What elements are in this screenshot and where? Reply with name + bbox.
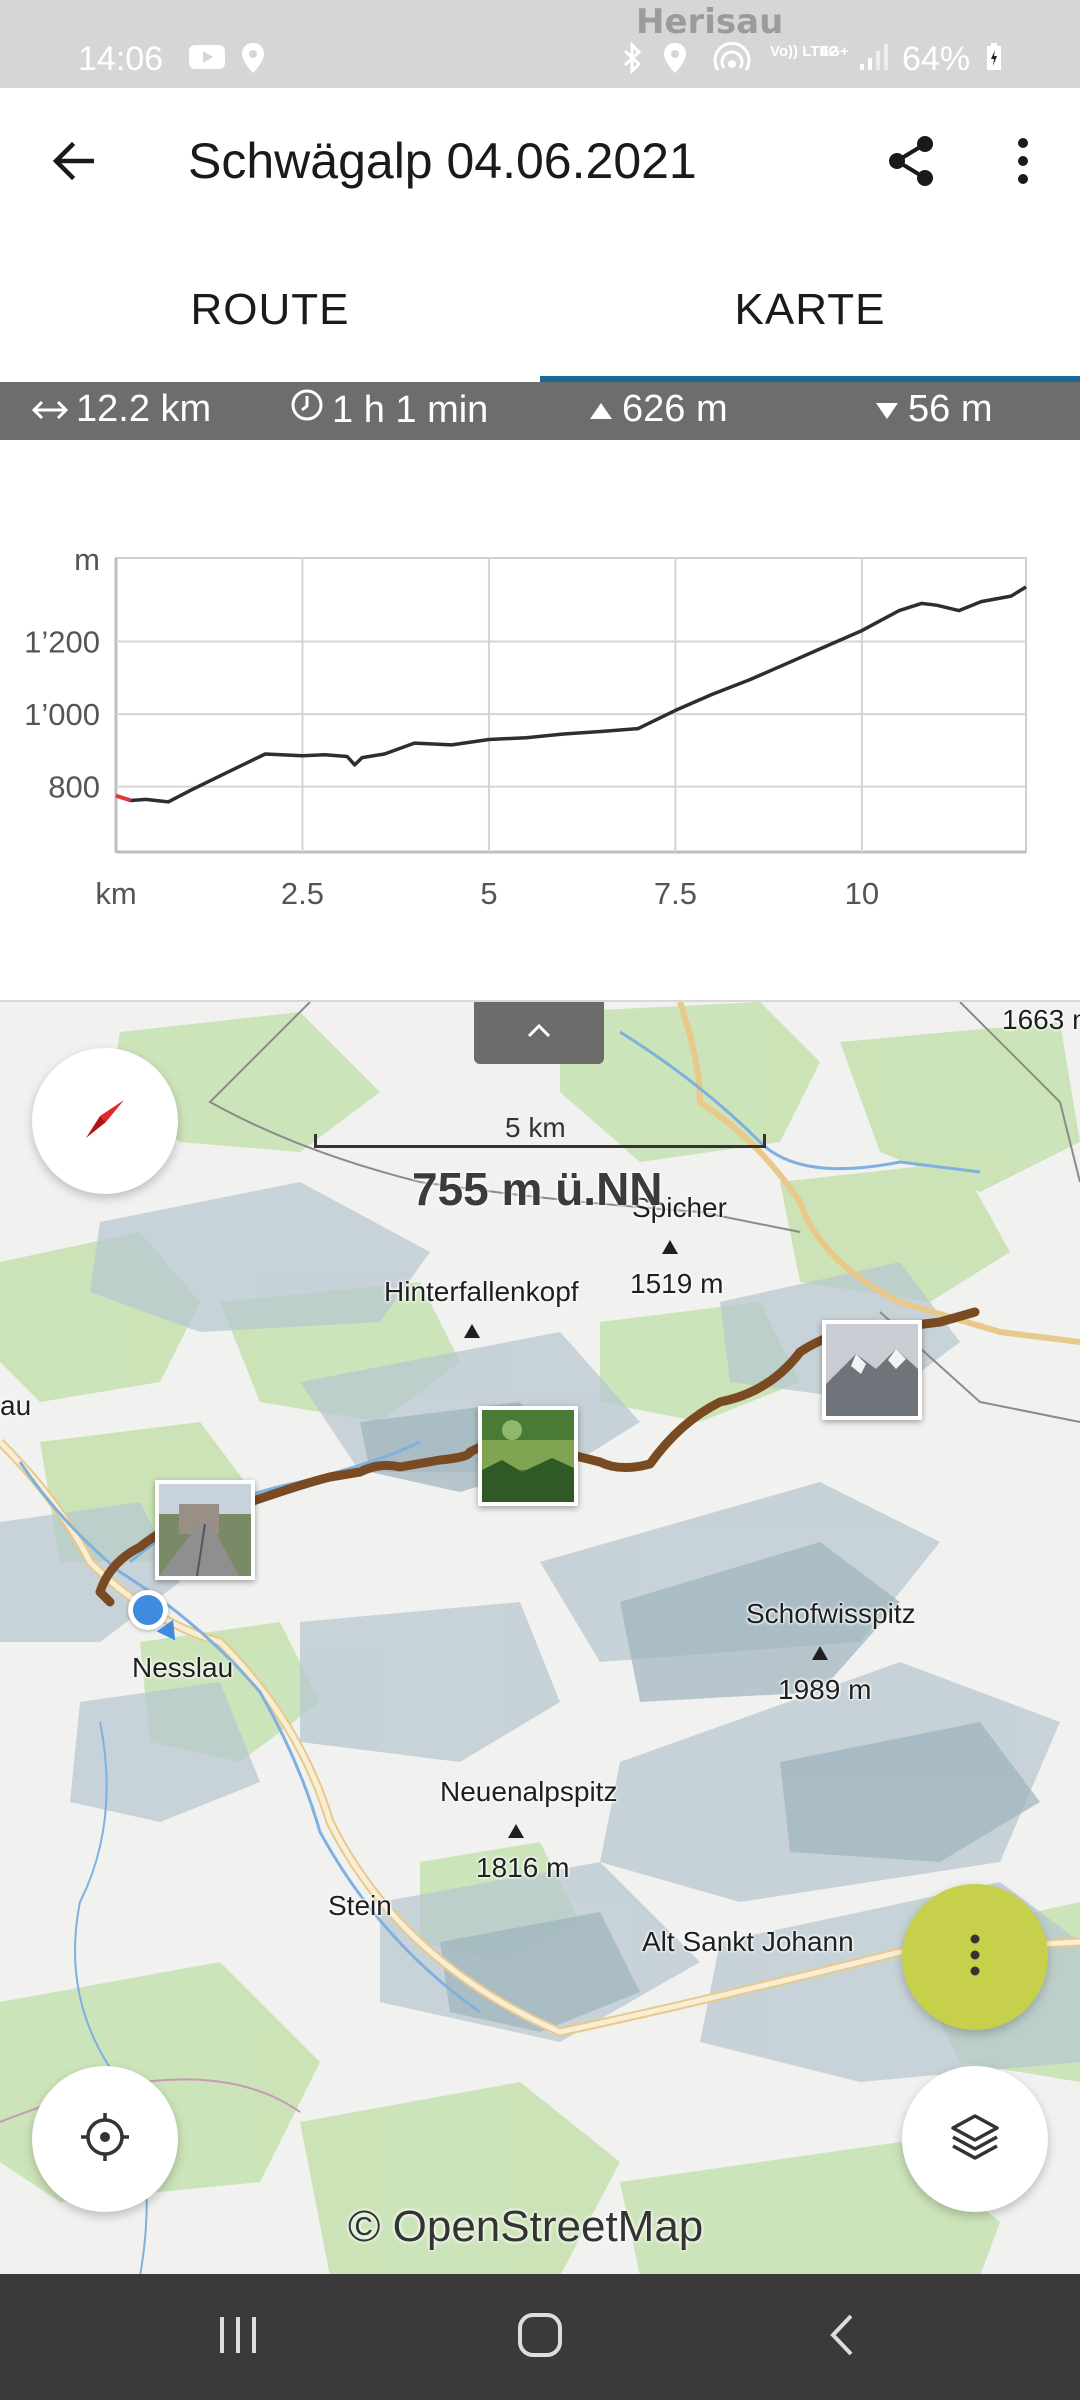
- recents-icon: [216, 2313, 260, 2362]
- network-4g-label: 4G+: [820, 43, 849, 60]
- map-layers-button[interactable]: [902, 2066, 1048, 2212]
- map-view[interactable]: 1663 m au Spicher 1519 m Hinterfallenkop…: [0, 1000, 1080, 2274]
- map-label-hinterfallenkopf: Hinterfallenkopf: [384, 1276, 579, 1307]
- back-nav-button[interactable]: [792, 2302, 892, 2372]
- map-label-neuenalpspitz: Neuenalpspitz: [440, 1776, 618, 1807]
- peak-marker-schofwisspitz: [812, 1646, 828, 1660]
- elevation-profile-chart[interactable]: 800 1’000 1’200 2.5 5 7.5 10 m km: [0, 440, 1080, 1000]
- peak-marker-neuenalpspitz: [508, 1824, 524, 1838]
- map-options-fab[interactable]: [902, 1884, 1048, 2030]
- status-bar-map-text: Herisau: [636, 2, 784, 42]
- battery-percent: 64%: [902, 40, 971, 78]
- home-icon: [515, 2310, 565, 2365]
- chart-y-tick-label: 800: [48, 770, 100, 805]
- app-bar: Schwägalp 04.06.2021: [0, 88, 1080, 238]
- map-scale-bar: [314, 1134, 766, 1148]
- signal-icon: [858, 42, 890, 77]
- tab-bar: ROUTE KARTE: [0, 238, 1080, 382]
- map-label-au: au: [0, 1390, 32, 1421]
- route-stats-bar: 12.2 km 1 h 1 min 626 m 56 m: [0, 382, 1080, 440]
- map-label-schofwisspitz-elevation: 1989 m: [778, 1674, 872, 1705]
- chart-x-unit-label: km: [95, 876, 136, 911]
- more-options-button[interactable]: [988, 128, 1058, 198]
- duration-value: 1 h 1 min: [332, 388, 489, 431]
- compass-button[interactable]: [32, 1048, 178, 1194]
- tab-karte[interactable]: KARTE: [540, 238, 1080, 382]
- chevron-up-icon: [526, 1023, 552, 1044]
- status-time: 14:06: [78, 40, 164, 78]
- stat-distance: 12.2 km: [31, 388, 212, 431]
- map-label-stein: Stein: [328, 1890, 392, 1921]
- elevation-start-segment: [115, 793, 132, 803]
- chart-y-unit-label: m: [74, 542, 100, 577]
- recents-button[interactable]: [188, 2302, 288, 2372]
- map-label-neuenalpspitz-elevation: 1816 m: [476, 1852, 570, 1883]
- clock-icon: [290, 388, 324, 432]
- map-label-spicher-elevation: 1519 m: [630, 1268, 724, 1299]
- elevation-line: [115, 585, 1027, 804]
- share-button[interactable]: [876, 128, 946, 198]
- ascent-triangle-icon: [588, 388, 614, 431]
- back-button[interactable]: [38, 128, 108, 198]
- distance-icon: [31, 388, 69, 431]
- peak-marker-spicher: [662, 1240, 678, 1254]
- altitude-readout: 755 m ü.NN: [412, 1163, 663, 1215]
- home-button[interactable]: [490, 2302, 590, 2372]
- chart-y-tick-label: 1’000: [24, 697, 100, 732]
- battery-icon: [986, 42, 1002, 77]
- chart-y-tick-label: 1’200: [24, 624, 100, 659]
- location-notification-icon: [240, 42, 266, 79]
- page-title: Schwägalp 04.06.2021: [188, 133, 697, 189]
- status-bar: Herisau 14:06 Vo)) LTE2 4G+ 64%: [0, 0, 1080, 88]
- system-navigation-bar: [0, 2274, 1080, 2400]
- route-photo-marker[interactable]: [155, 1480, 255, 1580]
- ascent-value: 626 m: [622, 388, 728, 430]
- stat-ascent: 626 m: [588, 388, 728, 431]
- map-label-alt-sankt-johann: Alt Sankt Johann: [642, 1926, 854, 1957]
- location-icon: [662, 42, 688, 79]
- layers-icon: [949, 2112, 1001, 2167]
- back-arrow-icon: [50, 141, 96, 186]
- collapse-chart-button[interactable]: [474, 1002, 604, 1064]
- peak-marker-hinterfallenkopf: [464, 1324, 480, 1338]
- route-photo-marker[interactable]: [478, 1406, 578, 1506]
- back-icon: [827, 2312, 857, 2363]
- route-photo-marker[interactable]: [822, 1320, 922, 1420]
- current-location-marker: [128, 1590, 168, 1630]
- more-vert-icon: [1016, 137, 1030, 190]
- more-vert-icon: [969, 1934, 981, 1981]
- map-label-nesslau: Nesslau: [132, 1652, 234, 1683]
- elevation-chart-svg: 800 1’000 1’200 2.5 5 7.5 10 m km: [24, 542, 1027, 911]
- crosshair-icon: [79, 2111, 131, 2168]
- tab-route[interactable]: ROUTE: [0, 238, 540, 382]
- stat-duration: 1 h 1 min: [290, 388, 488, 432]
- my-location-button[interactable]: [32, 2066, 178, 2212]
- share-icon: [885, 133, 937, 194]
- descent-triangle-icon: [874, 388, 900, 431]
- stat-descent: 56 m: [874, 388, 992, 431]
- compass-icon: [80, 1094, 130, 1149]
- chart-x-tick-label: 5: [480, 876, 497, 911]
- descent-value: 56 m: [908, 388, 993, 430]
- map-attribution[interactable]: © OpenStreetMap: [348, 2202, 703, 2252]
- map-label-1663: 1663 m: [1002, 1004, 1080, 1035]
- chart-plot-frame: [115, 557, 1027, 853]
- chart-x-tick-label: 2.5: [281, 876, 324, 911]
- map-label-schofwisspitz: Schofwisspitz: [746, 1598, 916, 1629]
- chart-x-tick-label: 7.5: [654, 876, 697, 911]
- bluetooth-icon: [620, 41, 644, 79]
- hotspot-icon: [712, 41, 752, 79]
- chart-x-tick-label: 10: [845, 876, 879, 911]
- distance-value: 12.2 km: [76, 388, 212, 430]
- youtube-notification-icon: [188, 42, 226, 77]
